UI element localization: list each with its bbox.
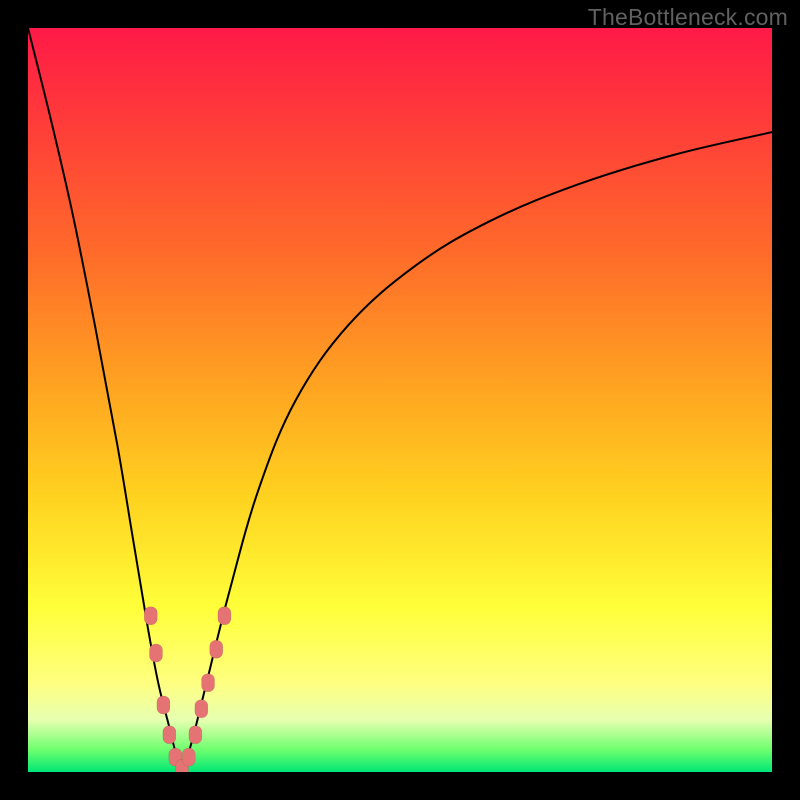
data-marker — [218, 607, 231, 625]
data-marker — [163, 726, 176, 744]
data-marker — [195, 700, 208, 718]
curve-right-branch — [182, 132, 772, 772]
chart-frame: TheBottleneck.com — [0, 0, 800, 800]
watermark-text: TheBottleneck.com — [588, 4, 788, 31]
data-marker — [202, 674, 215, 692]
data-marker — [149, 644, 162, 662]
data-marker — [182, 748, 195, 766]
plot-area — [28, 28, 772, 772]
data-marker — [189, 726, 202, 744]
data-marker — [144, 607, 157, 625]
chart-svg — [28, 28, 772, 772]
data-marker — [157, 696, 170, 714]
marker-group — [144, 607, 231, 772]
data-marker — [210, 640, 223, 658]
